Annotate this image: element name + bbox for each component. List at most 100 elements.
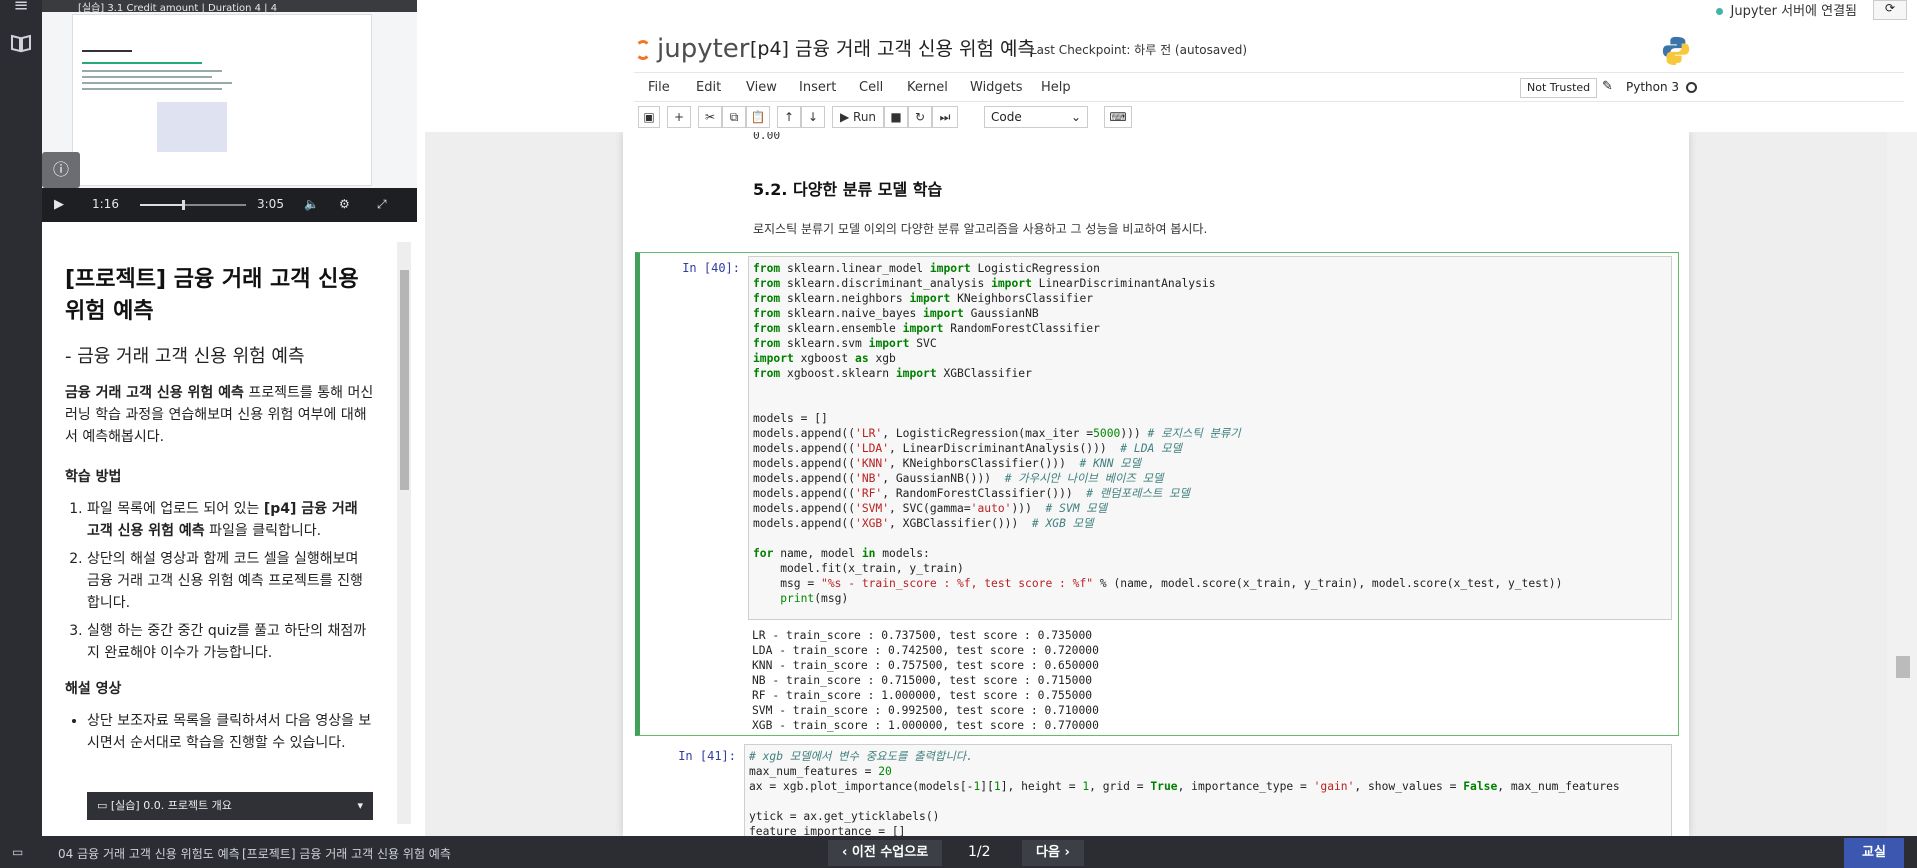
move-down-icon[interactable]: ↓ <box>801 106 825 128</box>
refresh-icon[interactable]: ⟳ <box>1873 0 1907 20</box>
keyboard-icon[interactable]: ⌨ <box>1104 106 1132 128</box>
cut-icon[interactable]: ✂ <box>698 106 722 128</box>
chevron-right-icon: › <box>1059 845 1070 860</box>
fullscreen-icon[interactable]: ⤢ <box>377 197 387 212</box>
video-select-dropdown[interactable]: ▭ [실습] 0.0. 프로젝트 개요 ▾ <box>87 792 373 820</box>
edit-pencil-icon[interactable]: ✎ <box>1602 79 1613 94</box>
video-thumb-notebook <box>72 14 372 186</box>
step-text: 파일 목록에 업로드 되어 있는 <box>87 501 264 517</box>
prev-lesson-button[interactable]: ‹ 이전 수업으로 <box>828 840 943 866</box>
classroom-button[interactable]: 교실 <box>1844 838 1904 868</box>
breadcrumb-lesson[interactable]: [프로젝트] 금융 거래 고객 신용 위험 예측 <box>242 845 451 862</box>
volume-icon[interactable]: 🔈 <box>304 197 319 211</box>
notebook-area: 0.00 5.2. 다양한 분류 모델 학습 로지스틱 분류기 모델 이외의 다… <box>425 132 1887 836</box>
method-heading: 학습 방법 <box>65 469 122 485</box>
cell-type-select[interactable]: Code ⌄ <box>984 106 1088 128</box>
notebook-scrollbar[interactable] <box>1887 132 1917 836</box>
cell-output: LR - train_score : 0.737500, test score … <box>752 628 1099 733</box>
lesson-panel: [프로젝트] 금융 거래 고객 신용 위험 예측 - 금융 거래 고객 신용 위… <box>42 222 417 836</box>
video-player[interactable]: [실습] 3.1 Credit amount | Duration 4 | 4 … <box>42 0 417 222</box>
prev-label: 이전 수업으로 <box>851 845 929 860</box>
video-heading: 해설 영상 <box>65 681 122 697</box>
section-paragraph: 로지스틱 분류기 모델 이외의 다양한 분류 알고리즘을 사용하고 그 성능을 … <box>753 222 1208 236</box>
output-line: LDA - train_score : 0.742500, test score… <box>752 644 1099 657</box>
python-logo-icon <box>1662 36 1690 65</box>
output-line: SVM - train_score : 0.992500, test score… <box>752 704 1099 717</box>
next-button[interactable]: 다음 › <box>1022 840 1084 866</box>
current-time: 1:16 <box>92 197 119 211</box>
menu-file[interactable]: File <box>648 80 670 95</box>
method-steps: 파일 목록에 업로드 되어 있는 [p4] 금융 거래 고객 신용 위험 예측 … <box>65 498 375 664</box>
lesson-intro: 금융 거래 고객 신용 위험 예측 프로젝트를 통해 머신러닝 학습 과정을 연… <box>65 382 375 448</box>
insert-cell-icon[interactable]: + <box>667 106 691 128</box>
bottom-bar: ▭ 04 금융 거래 고객 신용 위험도 예측 [프로젝트] 금융 거래 고객 … <box>0 836 1917 868</box>
code-cell-40[interactable]: In [40]: from sklearn.linear_model impor… <box>635 252 1679 736</box>
restart-icon[interactable]: ↻ <box>908 106 932 128</box>
run-button[interactable]: ▶ Run <box>832 106 884 128</box>
chevron-left-icon: ‹ <box>842 845 852 860</box>
output-line: RF - train_score : 1.000000, test score … <box>752 689 1093 702</box>
video-thumbnail: [실습] 3.1 Credit amount | Duration 4 | 4 … <box>42 0 417 188</box>
next-label: 다음 <box>1036 845 1060 860</box>
video-thumb-title: [실습] 3.1 Credit amount | Duration 4 | 4 <box>78 3 278 14</box>
dropdown-label: [실습] 0.0. 프로젝트 개요 <box>110 799 232 812</box>
total-time: 3:05 <box>257 197 284 211</box>
kernel-status-icon <box>1686 82 1697 93</box>
cell-prompt: In [41]: <box>678 749 736 763</box>
menu-icon[interactable]: ≡ <box>9 0 33 18</box>
lesson-scrollbar[interactable] <box>397 242 411 824</box>
menu-cell[interactable]: Cell <box>859 80 883 95</box>
video-list: 상단 보조자료 목록을 클릭하셔서 다음 영상을 보시면서 순서대로 학습을 진… <box>65 710 375 754</box>
seek-handle[interactable] <box>182 200 186 210</box>
kernel-name: Python 3 <box>1626 80 1680 94</box>
output-line: NB - train_score : 0.715000, test score … <box>752 674 1093 687</box>
settings-icon[interactable]: ⚙ <box>339 197 350 211</box>
menu-widgets[interactable]: Widgets <box>970 80 1023 95</box>
code-editor[interactable]: # xgb 모델에서 변수 중요도를 출력합니다. max_num_featur… <box>744 744 1672 836</box>
lesson-scroll-thumb[interactable] <box>400 270 409 490</box>
prev-output-tail: 0.00 <box>753 132 781 142</box>
method-step: 상단의 해설 영상과 함께 코드 셀을 실행해보며 금융 거래 고객 신용 위험… <box>87 548 375 614</box>
jupyter-menubar: File Edit View Insert Cell Kernel Widget… <box>634 72 1904 102</box>
fast-forward-icon[interactable]: ⏭ <box>932 106 958 128</box>
jupyter-toolbar: ▣ + ✂ ⧉ 📋 ↑ ↓ ▶ Run ■ ↻ ⏭ Code ⌄ ⌨ <box>634 104 1904 132</box>
camera-icon: ▭ <box>97 799 111 812</box>
chevron-down-icon: ▾ <box>357 799 363 812</box>
output-line: XGB - train_score : 1.000000, test score… <box>752 719 1099 732</box>
seek-bar[interactable] <box>140 200 246 210</box>
step-text-end: 파일을 클릭합니다. <box>204 523 322 539</box>
run-icon: ▶ <box>839 110 854 124</box>
move-up-icon[interactable]: ↑ <box>777 106 801 128</box>
notebook-title[interactable]: [p4] 금융 거래 고객 신용 위험 예측 <box>750 34 1035 61</box>
menu-kernel[interactable]: Kernel <box>907 80 948 95</box>
menu-view[interactable]: View <box>746 80 777 95</box>
status-dot-icon <box>1715 8 1723 15</box>
paste-icon[interactable]: 📋 <box>746 106 770 128</box>
step-text: 상단의 해설 영상과 함께 코드 셀을 실행해보며 금융 거래 고객 신용 위험… <box>87 551 363 611</box>
play-icon[interactable]: ▶ <box>54 197 64 212</box>
code-cell-41[interactable]: In [41]: # xgb 모델에서 변수 중요도를 출력합니다. max_n… <box>635 740 1679 836</box>
breadcrumb-course[interactable]: 04 금융 거래 고객 신용 위험도 예측 <box>58 845 240 862</box>
stop-icon[interactable]: ■ <box>884 106 908 128</box>
menu-help[interactable]: Help <box>1041 80 1071 95</box>
copy-icon[interactable]: ⧉ <box>722 106 746 128</box>
jupyter-orb-icon <box>635 39 651 60</box>
menu-edit[interactable]: Edit <box>696 80 721 95</box>
code-editor[interactable]: from sklearn.linear_model import Logisti… <box>748 256 1672 620</box>
chevron-down-icon: ⌄ <box>1070 110 1081 124</box>
menu-insert[interactable]: Insert <box>799 80 836 95</box>
notebook-scroll-thumb[interactable] <box>1896 656 1910 678</box>
book-icon[interactable] <box>9 33 33 57</box>
video-bullet: 상단 보조자료 목록을 클릭하셔서 다음 영상을 보시면서 순서대로 학습을 진… <box>87 710 375 754</box>
jupyter-logo[interactable]: jupyter <box>635 34 749 64</box>
lesson-title: [프로젝트] 금융 거래 고객 신용 위험 예측 <box>65 267 359 324</box>
jupyter-logo-text: jupyter <box>657 34 750 64</box>
left-rail: ≡ <box>0 0 42 836</box>
save-icon[interactable]: ▣ <box>638 106 660 128</box>
video-controls: ▶ 1:16 3:05 🔈 ⚙ ⤢ <box>42 188 417 222</box>
cell-prompt: In [40]: <box>682 261 740 275</box>
cell-type-value: Code <box>991 110 1022 124</box>
trust-button[interactable]: Not Trusted <box>1520 78 1598 98</box>
info-icon[interactable]: ⓘ <box>42 152 80 188</box>
course-icon: ▭ <box>12 845 24 859</box>
